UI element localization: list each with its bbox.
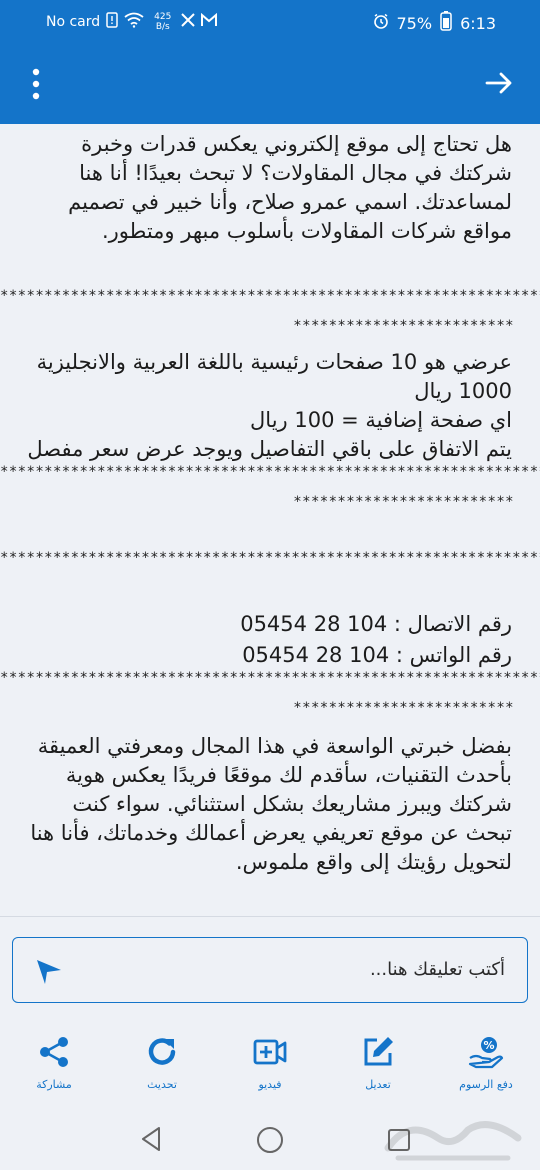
wifi-icon xyxy=(124,12,144,32)
share-button[interactable]: مشاركة xyxy=(4,1034,104,1091)
separator: ****************************************… xyxy=(0,288,540,304)
battery-icon xyxy=(440,11,452,35)
post-closing: بفضل خبرتي الواسعة في هذا المجال ومعرفتي… xyxy=(30,734,512,874)
carrier-label: No card xyxy=(46,14,101,30)
speed-unit: B/s xyxy=(155,22,170,32)
sim-alert-icon xyxy=(106,12,118,32)
separator: ************************* xyxy=(293,494,514,510)
app-bar xyxy=(0,42,540,124)
share-label: مشاركة xyxy=(36,1078,72,1091)
offer-line: اي صفحة إضافية = 100 ريال xyxy=(250,408,512,432)
gmail-icon xyxy=(201,12,218,31)
post-intro: هل تحتاج إلى موقع إلكتروني يعكس قدرات وخ… xyxy=(68,132,512,243)
haraj-watermark-logo xyxy=(384,1121,522,1161)
offer-line: عرضي هو 10 صفحات رئيسية باللغة العربية و… xyxy=(36,350,512,403)
separator: ****************************************… xyxy=(0,464,540,480)
video-add-icon xyxy=(253,1039,287,1065)
status-right: 75% 6:13 xyxy=(373,11,496,35)
video-button[interactable]: فيديو xyxy=(220,1034,320,1091)
arrow-right-icon[interactable] xyxy=(484,68,514,98)
comment-area: أكتب تعليقك هنا... xyxy=(0,916,540,1040)
comment-input[interactable]: أكتب تعليقك هنا... xyxy=(12,937,528,1003)
separator: ****************************************… xyxy=(0,670,540,686)
alarm-icon xyxy=(373,13,389,33)
video-label: فيديو xyxy=(258,1078,282,1091)
status-left: No card 425 B/s xyxy=(46,12,218,32)
network-speed: 425 B/s xyxy=(154,12,171,32)
offer-line: يتم الاتفاق على باقي التفاصيل ويوجد عرض … xyxy=(27,437,512,461)
phone-number: رقم الاتصال : 104 28 05454 xyxy=(240,612,512,636)
edit-icon xyxy=(364,1037,393,1066)
edit-label: تعديل xyxy=(365,1078,391,1091)
post-content: هل تحتاج إلى موقع إلكتروني يعكس قدرات وخ… xyxy=(0,124,540,916)
separator: ************************* xyxy=(293,318,514,334)
share-icon xyxy=(40,1037,68,1067)
x-logo-icon xyxy=(181,13,196,31)
send-icon[interactable] xyxy=(33,956,65,986)
refresh-button[interactable]: تحديث xyxy=(112,1034,212,1091)
bottom-toolbar: مشاركة تحديث فيديو تعديل % دفع الرسوم xyxy=(0,1030,540,1110)
comment-placeholder: أكتب تعليقك هنا... xyxy=(369,959,505,980)
whatsapp-number: رقم الواتس : 104 28 05454 xyxy=(242,643,512,667)
pay-fees-icon: % xyxy=(468,1037,504,1069)
nav-home-icon[interactable] xyxy=(257,1127,283,1153)
pay-fees-button[interactable]: % دفع الرسوم xyxy=(436,1034,536,1091)
edit-button[interactable]: تعديل xyxy=(328,1034,428,1091)
battery-level: 75% xyxy=(396,13,433,33)
separator: ************************* xyxy=(293,700,514,716)
separator: ****************************************… xyxy=(0,550,540,566)
clock-time: 6:13 xyxy=(460,13,496,33)
svg-text:%: % xyxy=(483,1039,494,1052)
refresh-label: تحديث xyxy=(147,1078,177,1091)
refresh-icon xyxy=(148,1038,176,1065)
nav-back-icon[interactable] xyxy=(140,1126,162,1156)
speed-value: 425 xyxy=(154,12,172,22)
pay-fees-label: دفع الرسوم xyxy=(459,1078,513,1091)
status-bar: No card 425 B/s 75% 6:13 xyxy=(0,0,540,42)
more-vertical-icon[interactable] xyxy=(26,67,46,101)
